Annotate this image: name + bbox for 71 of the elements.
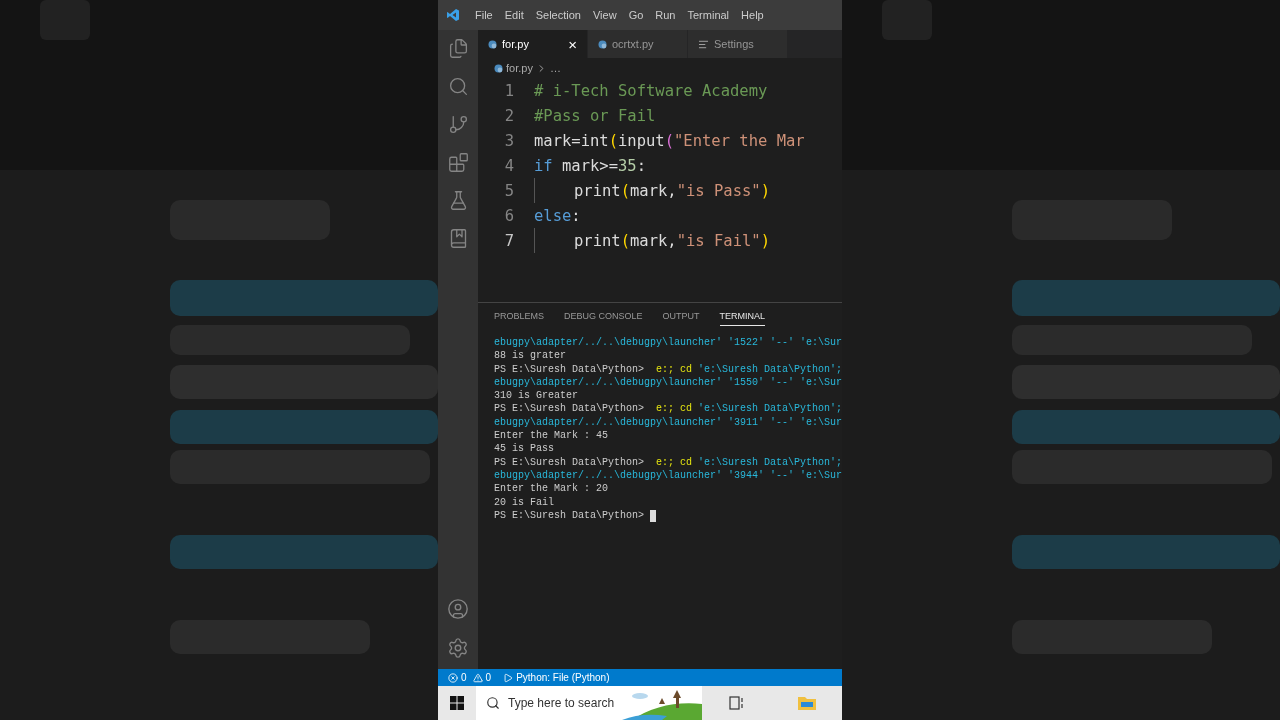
editor-tab[interactable]: Settings <box>688 30 788 58</box>
line-number: 1 <box>503 81 515 100</box>
terminal-line: PS E:\Suresh Data\Python> <box>494 508 645 523</box>
editor-tab[interactable]: ocrtxt.py <box>588 30 688 58</box>
play-icon <box>503 672 514 683</box>
panel-tab[interactable]: PROBLEMS <box>494 311 544 326</box>
menu-item[interactable]: Run <box>650 9 681 21</box>
task-view-icon[interactable] <box>728 696 745 710</box>
terminal-line: PS E:\Suresh Data\Python> e:; cd 'e:\Suresh Data\Python'; <box>494 455 843 469</box>
terminal-line: ebugpy\adapter/../..\debugpy\launcher' '3911' '--' 'e:\Sur <box>494 415 843 430</box>
code-line: print(mark,"is Pass") <box>574 181 771 200</box>
folder-icon[interactable] <box>797 696 816 710</box>
settings-file-icon <box>698 38 709 50</box>
close-icon[interactable]: × <box>568 35 577 53</box>
terminal-line: ebugpy\adapter/../..\debugpy\launcher' '1522' '--' 'e:\Sur <box>494 336 843 350</box>
menu-item[interactable]: Selection <box>530 9 586 21</box>
line-number: 4 <box>503 156 515 175</box>
search-icon <box>486 696 500 710</box>
text-cursor <box>650 509 657 522</box>
line-number: 3 <box>503 131 515 150</box>
code-line: mark=int(input("Enter the Mar <box>534 131 805 150</box>
files-icon[interactable] <box>447 38 469 59</box>
settings-icon[interactable] <box>447 637 469 659</box>
run-config[interactable]: Python: File (Python) <box>503 672 610 683</box>
code-line: if mark>=35: <box>534 156 646 175</box>
menu-item[interactable]: Terminal <box>682 9 735 21</box>
line-number: 5 <box>503 181 515 200</box>
editor-tab[interactable]: for.py × <box>478 30 588 58</box>
menu-item[interactable]: View <box>587 9 622 21</box>
search-field[interactable]: Type here to search <box>476 686 702 720</box>
menu-item[interactable]: Edit <box>499 9 529 21</box>
branch-icon[interactable] <box>447 114 469 135</box>
terminal-line: 310 is Greater <box>494 389 578 403</box>
line-number: 7 <box>503 231 515 250</box>
terminal-line: 20 is Fail <box>494 495 554 509</box>
terminal-line: 45 is Pass <box>494 442 554 456</box>
terminal-line: Enter the Mark : 45 <box>494 429 609 443</box>
tab-label: ocrtxt.py <box>612 38 654 50</box>
extensions-icon[interactable] <box>447 152 469 173</box>
problems-indicator[interactable]: 0 0 <box>448 672 492 683</box>
terminal-line: Enter the Mark : 20 <box>494 482 609 496</box>
account-icon[interactable] <box>447 598 469 620</box>
tab-label: for.py <box>502 38 529 50</box>
python-file-icon <box>494 63 503 73</box>
code-line: # i-Tech Software Academy <box>534 81 768 100</box>
breadcrumb-item[interactable]: … <box>549 62 561 74</box>
terminal-line: PS E:\Suresh Data\Python> e:; cd 'e:\Suresh Data\Python'; <box>494 402 843 416</box>
warning-icon <box>472 672 483 683</box>
panel-tab[interactable]: DEBUG CONSOLE <box>564 311 643 326</box>
search-icon[interactable] <box>447 76 469 97</box>
line-number: 2 <box>503 106 515 125</box>
line-number: 6 <box>503 206 515 225</box>
code-line: #Pass or Fail <box>534 106 656 125</box>
terminal-line: PS E:\Suresh Data\Python> e:; cd 'e:\Suresh Data\Python'; <box>494 362 843 376</box>
start-icon[interactable] <box>450 696 464 710</box>
terminal-line: ebugpy\adapter/../..\debugpy\launcher' '3944' '--' 'e:\Sur <box>494 468 843 483</box>
code-line: else: <box>534 206 581 225</box>
tab-label: Settings <box>714 38 754 50</box>
python-file-icon <box>488 39 497 49</box>
terminal-line: 88 is grater <box>494 349 566 363</box>
error-icon <box>448 672 458 683</box>
menu-item[interactable]: Help <box>736 9 769 21</box>
menu-item[interactable]: Go <box>623 9 649 21</box>
code-line: print(mark,"is Fail") <box>574 231 771 250</box>
panel-tab[interactable]: OUTPUT <box>662 311 700 326</box>
python-file-icon <box>598 39 607 49</box>
menu-item[interactable]: File <box>470 9 498 21</box>
breadcrumb-item[interactable]: for.py <box>506 62 533 74</box>
terminal-line: ebugpy\adapter/../..\debugpy\launcher' '1550' '--' 'e:\Sur <box>494 375 843 390</box>
app-logo-icon <box>446 8 460 22</box>
panel-tab[interactable]: TERMINAL <box>719 311 766 326</box>
